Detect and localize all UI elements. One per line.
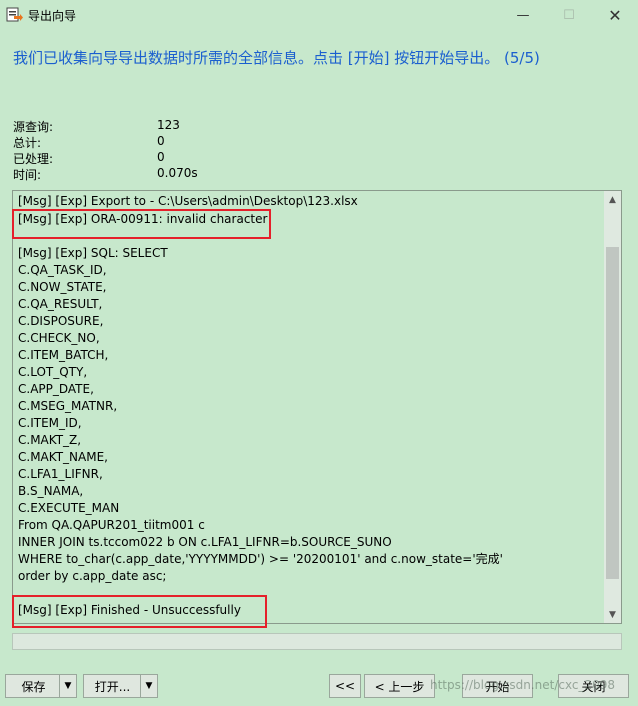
info-value: 0 [157, 134, 165, 148]
log-line: WHERE to_char(c.app_date,'YYYYMMDD') >= … [18, 552, 503, 566]
log-line: C.MSEG_MATNR, [18, 399, 118, 413]
log-line: C.QA_TASK_ID, [18, 263, 107, 277]
back-button[interactable]: < 上一步 [364, 674, 435, 698]
info-value: 0.070s [157, 166, 198, 180]
log-scrollbar[interactable]: ▲ ▼ [604, 191, 621, 623]
log-line: C.MAKT_NAME, [18, 450, 108, 464]
info-label: 源查询: [13, 120, 54, 134]
log-line: C.ITEM_BATCH, [18, 348, 109, 362]
watermark: https://blog.csdn.net/cxc_2098 [430, 678, 615, 692]
log-line: C.NOW_STATE, [18, 280, 107, 294]
log-line: B.S_NAMA, [18, 484, 84, 498]
log-line: [Msg] [Exp] SQL: SELECT [18, 246, 168, 260]
log-line: C.QA_RESULT, [18, 297, 103, 311]
export-progress-bar [12, 633, 622, 650]
finished-highlight-box [12, 595, 267, 628]
log-line: C.ITEM_ID, [18, 416, 82, 430]
log-line: order by c.app_date asc; [18, 569, 167, 583]
scroll-thumb[interactable] [606, 247, 619, 579]
log-line: C.LOT_QTY, [18, 365, 88, 379]
window-title: 导出向导 [28, 9, 77, 23]
title-bar: 导出向导 — ☐ ✕ [0, 0, 638, 30]
maximize-button[interactable]: ☐ [546, 0, 592, 30]
scroll-down-icon[interactable]: ▼ [604, 606, 621, 623]
open-button[interactable]: 打开... [83, 674, 142, 698]
log-line: INNER JOIN ts.tccom022 b ON c.LFA1_LIFNR… [18, 535, 392, 549]
error-highlight-box [12, 209, 271, 239]
export-wizard-icon [6, 7, 23, 22]
log-line: C.MAKT_Z, [18, 433, 82, 447]
first-step-button[interactable]: << [329, 674, 361, 698]
log-line: C.EXECUTE_MAN [18, 501, 120, 515]
export-log[interactable]: [Msg] [Exp] Export to - C:\Users\admin\D… [12, 190, 622, 624]
info-value: 0 [157, 150, 165, 164]
log-line: C.CHECK_NO, [18, 331, 100, 345]
log-line: [Msg] [Exp] Export to - C:\Users\admin\D… [18, 194, 358, 208]
info-label: 已处理: [13, 152, 54, 166]
wizard-step-message: 我们已收集向导导出数据时所需的全部信息。点击 [开始] 按钮开始导出。 (5/5… [13, 49, 540, 67]
save-button[interactable]: 保存 [5, 674, 62, 698]
log-line: C.LFA1_LIFNR, [18, 467, 103, 481]
log-line: C.DISPOSURE, [18, 314, 104, 328]
open-dropdown-icon[interactable]: ▼ [140, 674, 158, 698]
log-line: C.APP_DATE, [18, 382, 94, 396]
close-window-button[interactable]: ✕ [592, 0, 638, 30]
save-dropdown-icon[interactable]: ▼ [59, 674, 77, 698]
info-label: 时间: [13, 168, 42, 182]
minimize-button[interactable]: — [500, 0, 546, 30]
info-label: 总计: [13, 136, 42, 150]
info-value: 123 [157, 118, 180, 132]
scroll-up-icon[interactable]: ▲ [604, 191, 621, 208]
log-line: From QA.QAPUR201_tiitm001 c [18, 518, 205, 532]
